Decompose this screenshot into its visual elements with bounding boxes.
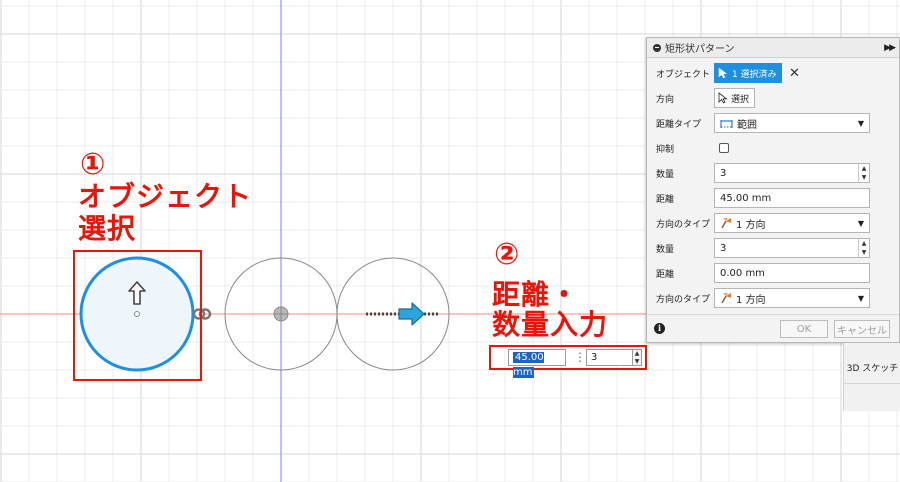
step-1-title: オブジェクト — [78, 180, 253, 213]
quantity-1-input[interactable]: 3 ▲ ▼ — [714, 163, 870, 183]
quantity-2-stepper[interactable]: ▲ ▼ — [858, 239, 869, 257]
divider — [844, 383, 900, 384]
quantity-1-value: 3 — [720, 167, 727, 179]
step-2-title: 距離・ — [492, 278, 580, 311]
quantity-stepper[interactable]: ▲ ▼ — [633, 349, 642, 366]
step-1-subtitle: 選択 — [78, 212, 137, 245]
object-label: オブジェクト — [656, 69, 711, 80]
object-select-button[interactable]: 1 選択済み — [714, 63, 782, 83]
step-1-highlight-box — [73, 250, 202, 381]
distance-type-select[interactable]: 範囲 ▼ — [714, 113, 870, 133]
direction-type-2-label: 方向のタイプ — [656, 294, 711, 305]
cursor-icon — [718, 67, 728, 79]
direction-type-1-value: 1 方向 — [736, 219, 766, 231]
cursor-icon — [718, 92, 728, 104]
distance-2-value: 0.00 mm — [720, 267, 765, 279]
direction-select-label: 選択 — [731, 94, 750, 105]
info-icon[interactable]: i — [654, 323, 665, 334]
chevron-down-icon: ▼ — [857, 218, 864, 228]
row-distance-2: 距離 0.00 mm — [647, 262, 900, 284]
direction-type-1-label: 方向のタイプ — [656, 219, 711, 230]
object-select-label: 1 選択済み — [732, 69, 777, 80]
distance-2-label: 距離 — [656, 269, 675, 280]
suppress-checkbox[interactable] — [719, 143, 729, 153]
direction-select-button[interactable]: 選択 — [714, 88, 756, 108]
quantity-2-label: 数量 — [656, 244, 675, 255]
row-direction-type-2: 方向のタイプ 1 方向 ▼ — [647, 287, 900, 309]
quantity-2-input[interactable]: 3 ▲ ▼ — [714, 238, 870, 258]
direction-label: 方向 — [656, 94, 675, 105]
direction-type-2-select[interactable]: 1 方向 ▼ — [714, 288, 870, 308]
more-vertical-icon[interactable]: ⋮ — [574, 351, 586, 363]
step-2-subtitle: 数量入力 — [492, 308, 609, 341]
extent-icon — [720, 119, 733, 128]
quantity-2-value: 3 — [720, 242, 727, 254]
dialog-footer: i OK キャンセル — [647, 314, 899, 342]
step-2-number: ② — [494, 237, 520, 272]
direction-type-2-value: 1 方向 — [736, 294, 766, 306]
step-1-number: ① — [80, 147, 106, 182]
suppress-label: 抑制 — [656, 144, 675, 155]
row-distance-1: 距離 45.00 mm — [647, 187, 900, 209]
flag-icon — [721, 293, 731, 304]
direction-type-1-select[interactable]: 1 方向 ▼ — [714, 213, 870, 233]
expand-icon[interactable]: ▶▶ — [884, 43, 896, 53]
3d-sketch-item[interactable]: 3D スケッチ — [844, 361, 900, 374]
cancel-button[interactable]: キャンセル — [834, 320, 890, 338]
side-panel: 3D スケッチ — [843, 343, 900, 411]
distance-type-value: 範囲 — [737, 119, 757, 131]
dialog-title-bar[interactable]: 矩形状パターン ▶▶ — [647, 38, 899, 58]
row-object: オブジェクト 1 選択済み ✕ — [647, 62, 900, 84]
ok-button[interactable]: OK — [780, 320, 828, 338]
distance-1-value: 45.00 mm — [720, 192, 772, 204]
row-suppress: 抑制 — [647, 137, 900, 159]
row-direction: 方向 選択 — [647, 87, 900, 109]
distance-1-label: 距離 — [656, 194, 675, 205]
row-quantity-2: 数量 3 ▲ ▼ — [647, 237, 900, 259]
row-quantity-1: 数量 3 ▲ ▼ — [647, 162, 900, 184]
dialog-title: 矩形状パターン — [665, 44, 735, 55]
quantity-text: 3 — [591, 352, 598, 363]
distance-2-input[interactable]: 0.00 mm — [714, 263, 870, 283]
row-distance-type: 距離タイプ 範囲 ▼ — [647, 112, 900, 134]
quantity-1-label: 数量 — [656, 169, 675, 180]
canvas-distance-input[interactable]: 45.00 mm — [508, 349, 566, 378]
distance-type-label: 距離タイプ — [656, 119, 702, 130]
distance-1-input[interactable]: 45.00 mm — [714, 188, 870, 208]
flag-icon — [721, 218, 731, 229]
rectangular-pattern-dialog: 矩形状パターン ▶▶ オブジェクト 1 選択済み ✕ 方向 選択 距離タイプ 範… — [646, 37, 900, 343]
canvas-quantity-input[interactable]: 3 — [586, 349, 633, 366]
row-direction-type-1: 方向のタイプ 1 方向 ▼ — [647, 212, 900, 234]
quantity-1-stepper[interactable]: ▲ ▼ — [858, 164, 869, 182]
chevron-down-icon: ▼ — [857, 293, 864, 303]
minus-circle-icon[interactable] — [653, 43, 661, 52]
chevron-down-icon: ▼ — [857, 118, 864, 128]
clear-selection-close-icon[interactable]: ✕ — [789, 66, 800, 81]
